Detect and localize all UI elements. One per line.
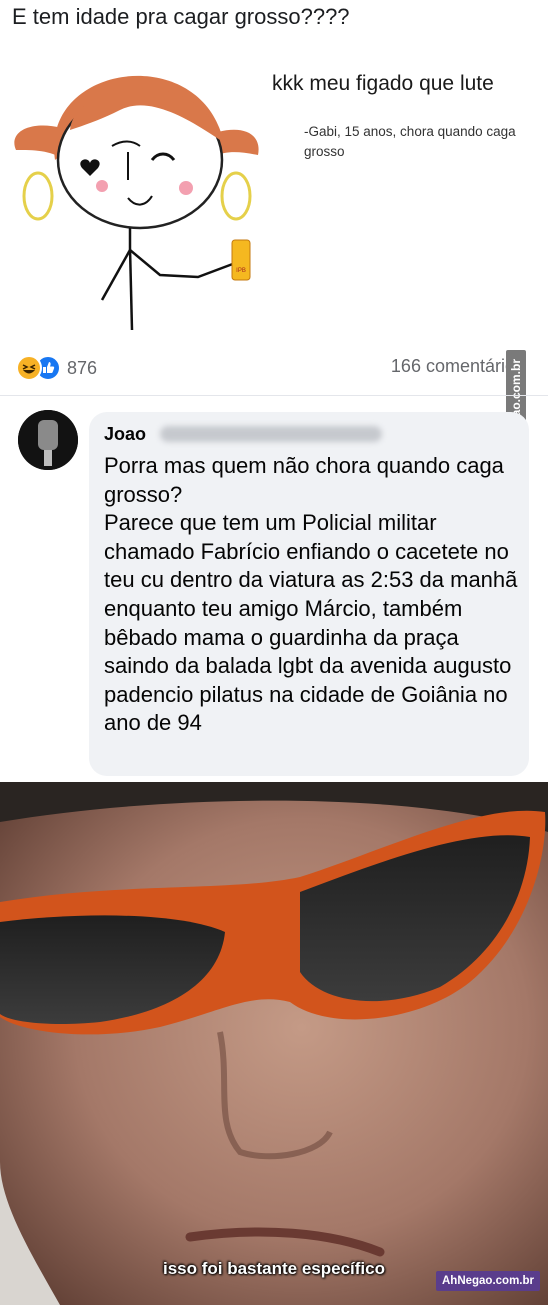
meme-attribution: -Gabi, 15 anos, chora quando caga grosso [304, 124, 516, 159]
haha-icon [16, 355, 42, 381]
bottom-watermark: AhNegao.com.br [435, 1271, 540, 1291]
meme-quote: kkk meu figado que lute [272, 72, 494, 95]
reaction-photo [0, 782, 548, 1305]
left-arm [100, 249, 132, 301]
comment-text: Porra mas quem não chora quando caga gro… [104, 453, 518, 736]
right-arm [129, 249, 239, 279]
redacted-surname [160, 426, 382, 442]
reaction-count: 876 [67, 357, 98, 378]
reaction-summary[interactable]: 876 [16, 355, 97, 381]
meme-drawing: IPB [14, 75, 259, 331]
right-earring-icon [220, 171, 252, 221]
commenter-name[interactable]: Joao [104, 424, 146, 445]
right-cheek [179, 181, 193, 195]
divider [0, 395, 548, 396]
bottom-watermark-text: AhNegao.com.br [441, 1275, 534, 1287]
sign-icon [231, 239, 251, 281]
comments-count-link[interactable]: 166 comentários [391, 356, 524, 377]
post-caption: E tem idade pra cagar grosso???? [12, 4, 350, 29]
sign-label: IPB [236, 268, 246, 274]
body [128, 247, 134, 331]
avatar[interactable] [18, 410, 78, 470]
left-earring-icon [22, 171, 54, 221]
left-cheek [96, 180, 108, 192]
